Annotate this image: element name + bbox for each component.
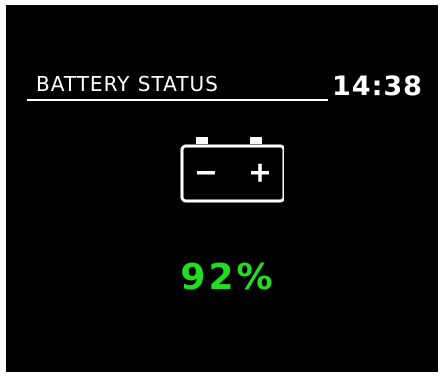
clock-time: 14:38 [332, 71, 423, 102]
page-title: BATTERY STATUS [36, 72, 219, 96]
battery-percentage: 92% [180, 257, 276, 298]
battery-terminal-negative [196, 137, 208, 144]
title-divider [27, 99, 328, 101]
minus-sign [197, 171, 215, 175]
battery-terminal-positive [250, 137, 262, 144]
car-battery-icon [180, 137, 284, 203]
plus-sign-vertical [258, 163, 262, 182]
display-screen: BATTERY STATUS 14:38 92% [6, 5, 438, 372]
